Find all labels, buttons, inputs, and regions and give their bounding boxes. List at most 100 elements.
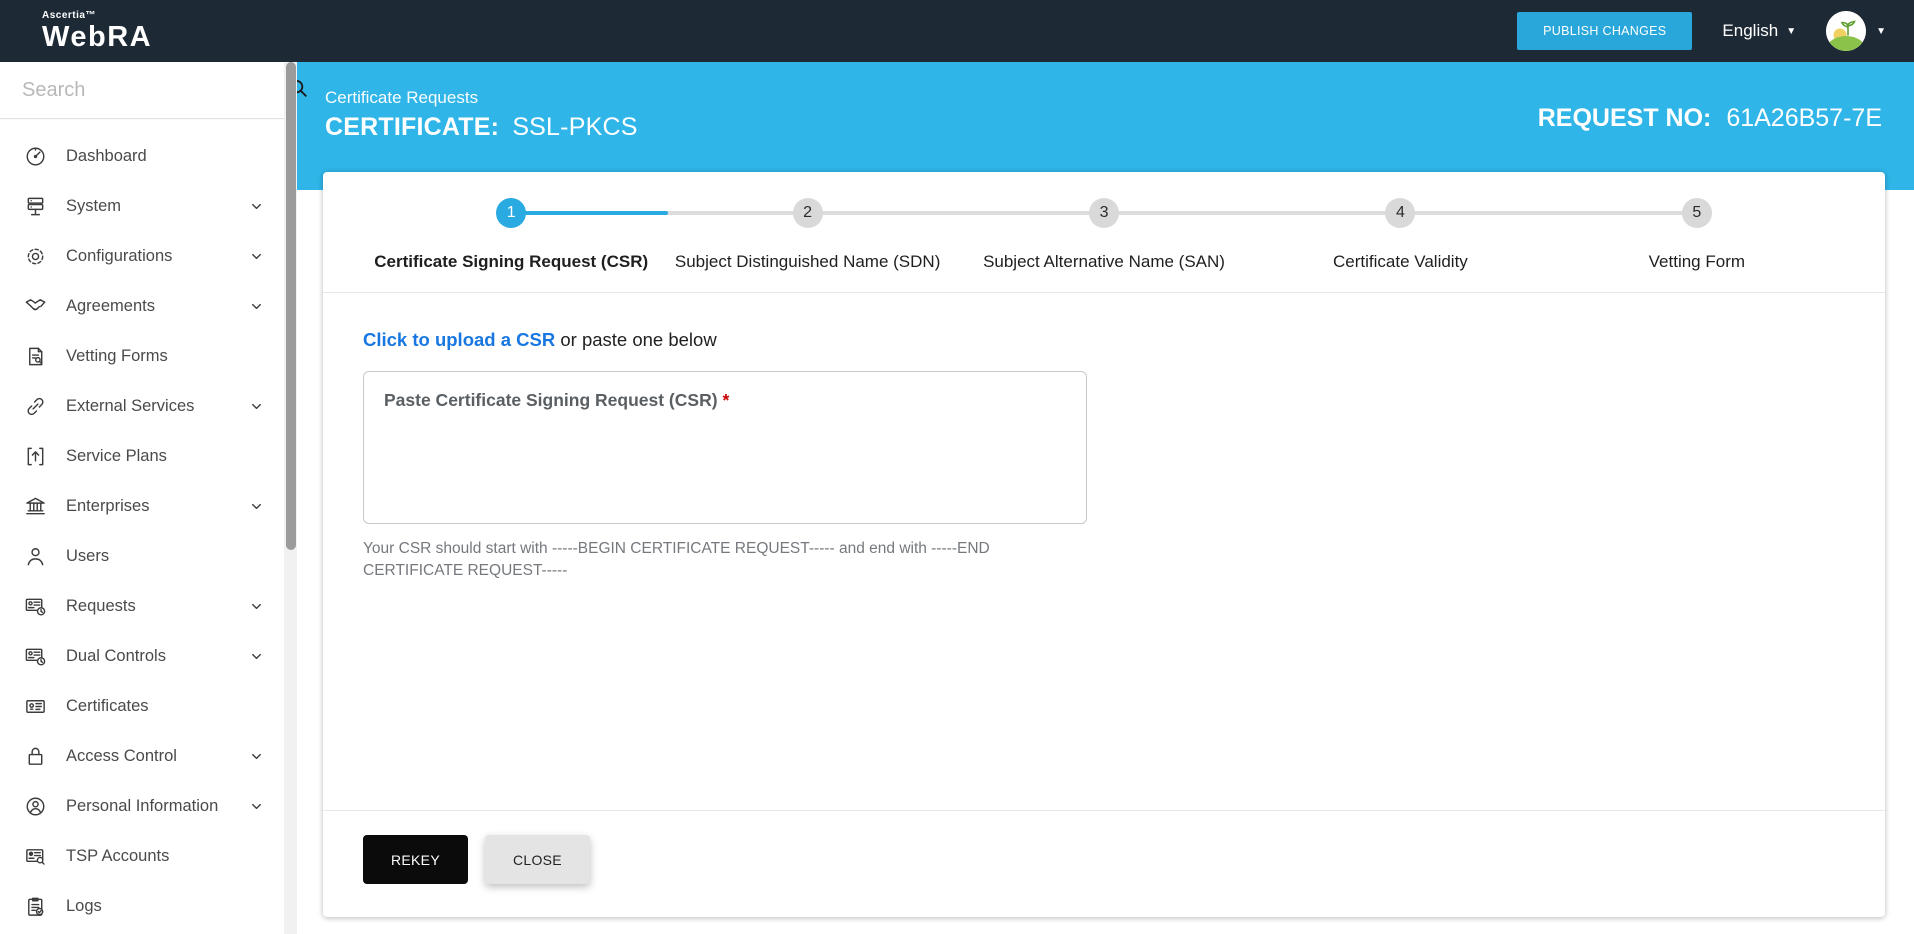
- sidebar-item-label: System: [66, 197, 121, 216]
- sidebar-item-enterprises[interactable]: Enterprises: [0, 481, 284, 531]
- lock-icon: [23, 744, 47, 768]
- sidebar-item-label: TSP Accounts: [66, 847, 169, 866]
- chevron-down-icon: [249, 299, 264, 314]
- close-button[interactable]: CLOSE: [485, 835, 590, 884]
- sidebar-item-agreements[interactable]: Agreements: [0, 281, 284, 331]
- request-number: REQUEST NO: 61A26B57-7E: [1538, 104, 1882, 133]
- sidebar-item-dual-controls[interactable]: Dual Controls: [0, 631, 284, 681]
- step-circle: 1: [496, 198, 526, 228]
- step-circle: 5: [1682, 198, 1712, 228]
- language-selector[interactable]: English ▼: [1722, 21, 1796, 41]
- step-validity[interactable]: 4 Certificate Validity: [1252, 198, 1548, 272]
- sidebar-item-label: Service Plans: [66, 447, 167, 466]
- chevron-down-icon: [249, 499, 264, 514]
- sidebar-search: [0, 62, 284, 119]
- sidebar-item-label: Certificates: [66, 697, 149, 716]
- top-bar: Ascertia™ WebRA PUBLISH CHANGES English …: [0, 0, 1914, 62]
- step-san[interactable]: 3 Subject Alternative Name (SAN): [956, 198, 1252, 272]
- user-menu[interactable]: ▼: [1826, 11, 1886, 51]
- step-vetting-form[interactable]: 5 Vetting Form: [1549, 198, 1845, 272]
- language-label: English: [1722, 21, 1778, 41]
- server-icon: [23, 194, 47, 218]
- step-circle: 4: [1385, 198, 1415, 228]
- brand-webra: WebRA: [42, 23, 152, 52]
- sidebar-item-dashboard[interactable]: Dashboard: [0, 131, 284, 181]
- avatar: [1826, 11, 1866, 51]
- sidebar-item-configurations[interactable]: Configurations: [0, 231, 284, 281]
- sidebar-item-service-plans[interactable]: Service Plans: [0, 431, 284, 481]
- sidebar-scrollbar[interactable]: [284, 62, 297, 934]
- dashboard-icon: [23, 144, 47, 168]
- sidebar-item-label: Dual Controls: [66, 647, 166, 666]
- wizard-card: 1 Certificate Signing Request (CSR) 2 Su…: [323, 172, 1885, 917]
- certificate-card-icon: [23, 694, 47, 718]
- scrollbar-thumb[interactable]: [286, 62, 296, 550]
- sidebar-item-users[interactable]: Users: [0, 531, 284, 581]
- step-label: Subject Alternative Name (SAN): [983, 252, 1225, 272]
- sidebar-item-label: Agreements: [66, 297, 155, 316]
- sidebar-item-requests[interactable]: Requests: [0, 581, 284, 631]
- sidebar-item-label: Access Control: [66, 747, 177, 766]
- brand-ascertia: Ascertia™: [42, 11, 152, 21]
- sidebar-item-personal-information[interactable]: Personal Information: [0, 781, 284, 831]
- sidebar-item-certificates[interactable]: Certificates: [0, 681, 284, 731]
- chevron-down-icon: [249, 399, 264, 414]
- chevron-down-icon: [249, 199, 264, 214]
- sidebar: Dashboard System Configurations: [0, 62, 284, 934]
- brand-logo[interactable]: Ascertia™ WebRA: [42, 11, 152, 52]
- sidebar-nav: Dashboard System Configurations: [0, 119, 284, 931]
- chevron-down-icon: ▼: [1786, 26, 1796, 37]
- step-label: Certificate Validity: [1333, 252, 1468, 272]
- sidebar-item-vetting-forms[interactable]: Vetting Forms: [0, 331, 284, 381]
- link-icon: [23, 394, 47, 418]
- sidebar-item-logs[interactable]: Logs: [0, 881, 284, 931]
- step-sdn[interactable]: 2 Subject Distinguished Name (SDN): [659, 198, 955, 272]
- step-circle: 3: [1089, 198, 1119, 228]
- step-label: Subject Distinguished Name (SDN): [675, 252, 941, 272]
- chevron-down-icon: ▼: [1876, 26, 1886, 37]
- wizard-stepper: 1 Certificate Signing Request (CSR) 2 Su…: [363, 198, 1845, 290]
- sidebar-item-system[interactable]: System: [0, 181, 284, 231]
- card-clock-icon: [23, 644, 47, 668]
- person-circle-icon: [23, 794, 47, 818]
- main-content: Certificate Requests CERTIFICATE: SSL-PK…: [297, 62, 1914, 934]
- sidebar-item-label: Configurations: [66, 247, 172, 266]
- person-icon: [23, 544, 47, 568]
- handshake-icon: [23, 294, 47, 318]
- stepper-divider: [323, 292, 1885, 293]
- page-header: Certificate Requests CERTIFICATE: SSL-PK…: [297, 62, 1914, 190]
- chevron-down-icon: [249, 749, 264, 764]
- sidebar-item-label: Logs: [66, 897, 102, 916]
- csr-textarea[interactable]: [363, 371, 1087, 524]
- rekey-button[interactable]: REKEY: [363, 835, 468, 884]
- sidebar-item-access-control[interactable]: Access Control: [0, 731, 284, 781]
- page-title-label: CERTIFICATE:: [325, 113, 499, 141]
- step-label: Vetting Form: [1649, 252, 1745, 272]
- upload-csr-link[interactable]: Click to upload a CSR: [363, 329, 555, 350]
- card-search-icon: [23, 844, 47, 868]
- step-csr[interactable]: 1 Certificate Signing Request (CSR): [363, 198, 659, 272]
- sidebar-item-label: External Services: [66, 397, 194, 416]
- sidebar-item-label: Dashboard: [66, 147, 147, 166]
- chevron-down-icon: [249, 599, 264, 614]
- document-inspect-icon: [23, 344, 47, 368]
- request-number-label: REQUEST NO:: [1538, 104, 1712, 132]
- upload-row: Click to upload a CSR or paste one below: [363, 329, 1845, 351]
- publish-changes-button[interactable]: PUBLISH CHANGES: [1517, 12, 1692, 50]
- card-footer: REKEY CLOSE: [363, 835, 590, 884]
- sidebar-item-label: Requests: [66, 597, 136, 616]
- chevron-down-icon: [249, 799, 264, 814]
- sidebar-item-external-services[interactable]: External Services: [0, 381, 284, 431]
- step-label: Certificate Signing Request (CSR): [374, 252, 648, 272]
- sidebar-item-tsp-accounts[interactable]: TSP Accounts: [0, 831, 284, 881]
- request-number-value: 61A26B57-7E: [1726, 104, 1882, 132]
- box-arrow-up-icon: [23, 444, 47, 468]
- page-title-value: SSL-PKCS: [512, 113, 637, 141]
- step-circle: 2: [793, 198, 823, 228]
- csr-input-wrap: Paste Certificate Signing Request (CSR)*: [363, 371, 1087, 524]
- sidebar-item-label: Personal Information: [66, 797, 218, 816]
- bank-icon: [23, 494, 47, 518]
- search-input[interactable]: [22, 79, 287, 102]
- sidebar-item-label: Users: [66, 547, 109, 566]
- footer-divider: [323, 810, 1885, 811]
